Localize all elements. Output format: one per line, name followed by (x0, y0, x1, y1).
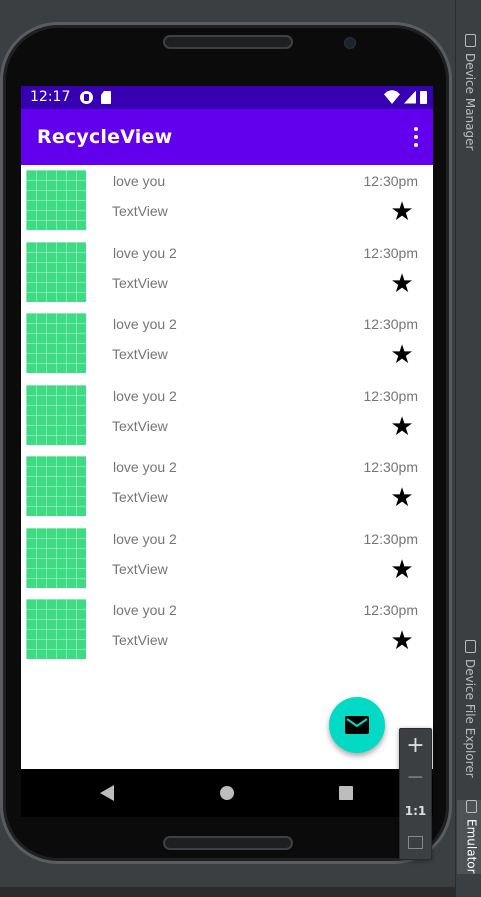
recents-icon[interactable] (339, 786, 353, 800)
home-icon[interactable] (220, 786, 234, 800)
item-time: 12:30pm (363, 387, 418, 404)
back-icon[interactable] (100, 785, 114, 801)
actual-size-button[interactable]: 1:1 (400, 795, 431, 827)
wifi-icon (384, 90, 400, 104)
item-time: 12:30pm (363, 316, 418, 332)
thumbnail-image (26, 599, 86, 659)
status-bar: 12:17 (21, 86, 433, 109)
fit-screen-icon (408, 836, 423, 849)
front-camera (344, 37, 356, 49)
item-subtitle: TextView (112, 417, 168, 434)
star-icon[interactable]: ★ (390, 485, 414, 511)
list-item[interactable]: love you 2 TextView 12:30pm ★ (21, 308, 433, 380)
item-title: love you 2 (113, 387, 177, 404)
list-item[interactable]: love you 2 TextView 12:30pm ★ (21, 237, 433, 309)
thumbnail-image (26, 527, 86, 588)
zoom-out-button[interactable]: − (400, 763, 431, 795)
list-item[interactable]: love you 2 TextView 12:30pm ★ (21, 594, 433, 666)
star-icon[interactable]: ★ (390, 628, 414, 654)
system-nav-bar (21, 769, 433, 817)
emulator-label: Emulator (464, 819, 479, 874)
thumbnail-image (26, 170, 86, 230)
emulator-icon (466, 800, 477, 813)
top-speaker (163, 35, 293, 49)
star-icon[interactable]: ★ (390, 557, 414, 583)
star-icon[interactable]: ★ (390, 271, 414, 297)
item-title: love you 2 (113, 316, 177, 332)
app-title: RecycleView (37, 126, 173, 148)
zoom-fit-button[interactable] (400, 827, 431, 859)
overflow-menu-icon[interactable] (413, 127, 419, 147)
item-subtitle: TextView (112, 560, 168, 577)
notification-icon (80, 91, 93, 104)
thumbnail-image (26, 456, 86, 516)
recycler-list[interactable]: love you TextView 12:30pm ★ love you 2 T… (21, 165, 433, 666)
ide-bottom-strip (0, 887, 481, 897)
star-icon[interactable]: ★ (390, 199, 414, 225)
item-title: love you 2 (113, 602, 177, 618)
item-subtitle: TextView (112, 203, 168, 219)
item-subtitle: TextView (112, 274, 168, 291)
list-item[interactable]: love you TextView 12:30pm ★ (21, 165, 433, 237)
thumbnail-image (26, 384, 86, 445)
item-title: love you 2 (113, 459, 177, 475)
item-title: love you 2 (113, 244, 177, 261)
list-item[interactable]: love you 2 TextView 12:30pm ★ (21, 523, 433, 595)
list-item[interactable]: love you 2 TextView 12:30pm ★ (21, 451, 433, 523)
sd-card-icon (101, 91, 111, 104)
item-title: love you (113, 173, 166, 189)
zoom-in-button[interactable]: + (400, 731, 431, 763)
emulator-tab[interactable]: Emulator (457, 800, 481, 874)
device-manager-tab[interactable]: Device Manager (460, 34, 480, 150)
bottom-speaker (163, 836, 293, 850)
mail-fab-button[interactable] (329, 697, 385, 753)
status-indicators (384, 90, 427, 104)
item-subtitle: TextView (112, 489, 168, 505)
item-time: 12:30pm (363, 173, 418, 189)
star-icon[interactable]: ★ (390, 342, 414, 368)
device-file-explorer-tab[interactable]: Device File Explorer (460, 640, 480, 778)
star-icon[interactable]: ★ (390, 414, 414, 440)
device-manager-icon (464, 34, 476, 47)
device-manager-label: Device Manager (463, 53, 477, 151)
right-tool-strip: Device Manager Device File Explorer Emul… (455, 0, 481, 897)
mail-icon (345, 716, 369, 734)
device-screen: 12:17 RecycleView love you TextView 12:3… (21, 86, 433, 769)
item-time: 12:30pm (363, 602, 418, 618)
item-subtitle: TextView (112, 346, 168, 362)
item-time: 12:30pm (363, 459, 418, 475)
battery-icon (420, 90, 427, 104)
thumbnail-image (26, 313, 86, 373)
item-title: love you 2 (113, 530, 177, 547)
item-time: 12:30pm (363, 530, 418, 547)
thumbnail-image (26, 241, 86, 302)
app-bar: RecycleView (21, 109, 433, 165)
emulator-zoom-panel: + − 1:1 (399, 728, 432, 860)
status-time: 12:17 (30, 89, 71, 105)
signal-icon (404, 90, 416, 104)
list-item[interactable]: love you 2 TextView 12:30pm ★ (21, 380, 433, 452)
item-subtitle: TextView (112, 632, 168, 648)
device-file-explorer-icon (464, 640, 476, 653)
device-file-explorer-label: Device File Explorer (463, 659, 477, 778)
item-time: 12:30pm (363, 244, 418, 261)
